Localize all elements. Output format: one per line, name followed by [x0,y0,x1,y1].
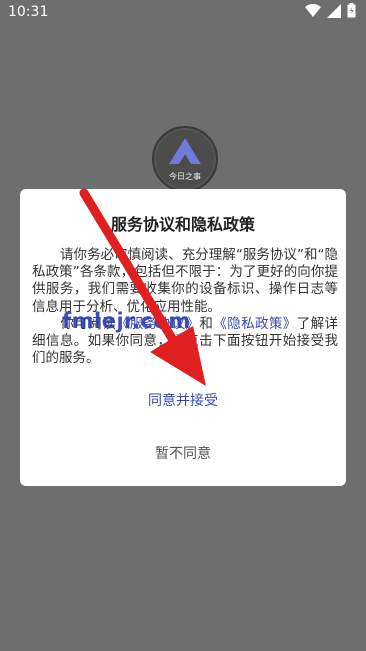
status-bar: 10:31 [0,0,366,26]
status-icons [305,3,356,18]
dialog-paragraph-1: 请你务必审慎阅读、充分理解“服务协议”和“隐私政策”各条款，包括但不限于：为了更… [32,247,338,316]
disagree-button[interactable]: 暂不同意 [20,440,346,468]
agree-button[interactable]: 同意并接受 [20,387,346,415]
privacy-dialog: 服务协议和隐私政策 请你务必审慎阅读、充分理解“服务协议”和“隐私政策”各条款，… [20,189,346,486]
status-time: 10:31 [8,4,49,20]
wifi-icon [305,3,321,18]
paragraph-1-text: 请你务必审慎阅读、充分理解“服务协议”和“隐私政策”各条款，包括但不限于：为了更… [32,247,338,315]
signal-icon [327,3,341,18]
watermark: fmlejr.com [62,309,191,333]
battery-icon [347,3,356,18]
app-logo-icon [169,138,201,164]
privacy-policy-link[interactable]: 《隐私政策》 [213,316,296,332]
dialog-title: 服务协议和隐私政策 [110,215,255,234]
paragraph-2-and: 和 [199,315,214,332]
app-logo-text: 今日之事 [169,172,201,181]
dialog-body: 请你务必审慎阅读、充分理解“服务协议”和“隐私政策”各条款，包括但不限于：为了更… [32,247,338,367]
app-logo: 今日之事 [152,126,218,192]
